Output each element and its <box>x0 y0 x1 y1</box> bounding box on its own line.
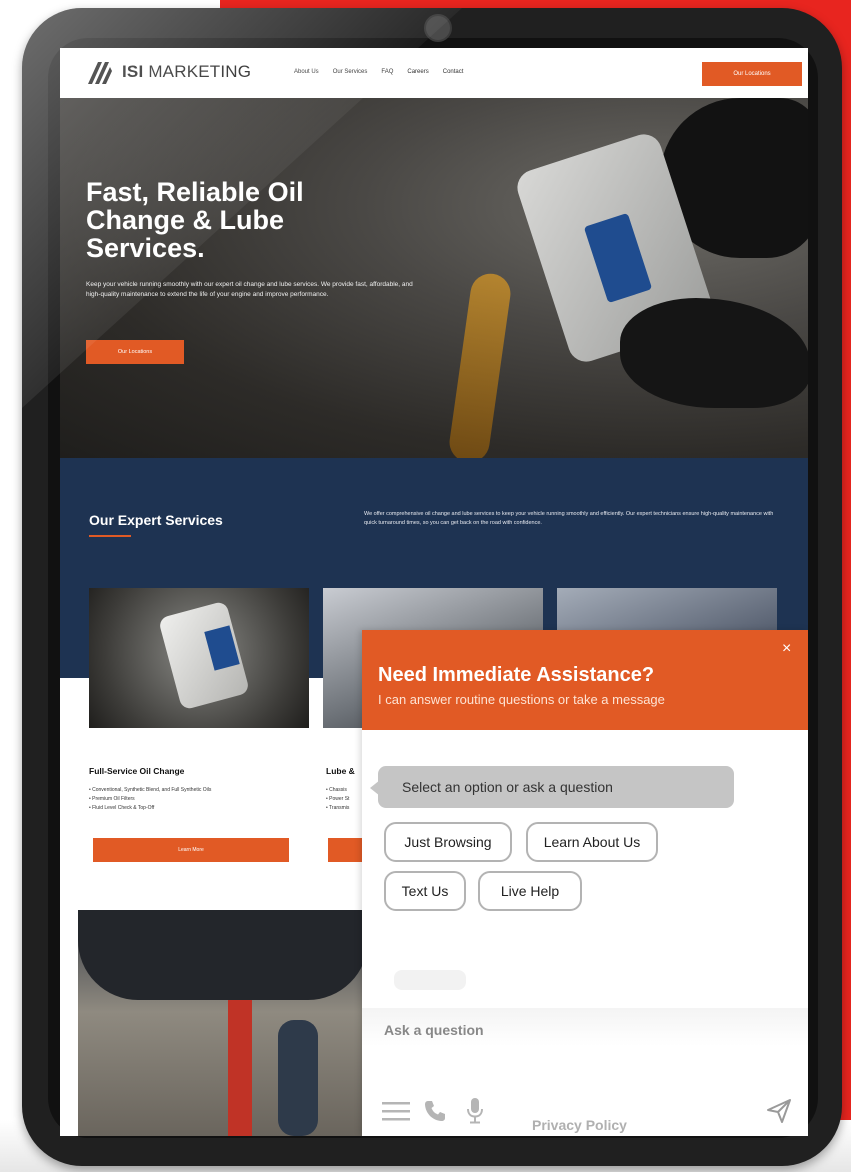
bullet: • Transmis <box>326 805 350 811</box>
card-bullets-lube: • Chassis • Power St • Transmis <box>326 786 349 813</box>
ask-question-input[interactable]: Ask a question <box>384 1022 484 1038</box>
hero-locations-button[interactable]: Our Locations <box>86 340 184 364</box>
text-us-button[interactable]: Text Us <box>384 871 466 911</box>
menu-icon[interactable] <box>382 1100 410 1122</box>
logo-text[interactable]: ISI MARKETING <box>122 62 251 82</box>
services-underline <box>89 535 131 537</box>
bullet: • Conventional, Synthetic Blend, and Ful… <box>89 787 212 793</box>
nav-contact[interactable]: Contact <box>443 69 464 75</box>
learn-more-button-2[interactable] <box>328 838 364 862</box>
learn-more-button[interactable]: Learn More <box>93 838 289 862</box>
logo-icon <box>88 62 112 84</box>
nav-services[interactable]: Our Services <box>333 69 368 75</box>
nav-careers[interactable]: Careers <box>407 69 428 75</box>
hero-glove-image-2 <box>620 298 808 408</box>
send-icon[interactable] <box>766 1098 792 1124</box>
microphone-icon[interactable] <box>466 1098 484 1124</box>
service-card-image-oil <box>89 588 309 728</box>
chat-subtitle: I can answer routine questions or take a… <box>378 692 665 707</box>
services-description: We offer comprehensive oil change and lu… <box>364 511 774 526</box>
live-help-button[interactable]: Live Help <box>478 871 582 911</box>
site-nav: About Us Our Services FAQ Careers Contac… <box>294 69 463 75</box>
hero-section: Fast, Reliable Oil Change & Lube Service… <box>60 98 808 458</box>
card-bullets-oil: • Conventional, Synthetic Blend, and Ful… <box>89 786 211 813</box>
lift-post <box>228 1000 252 1136</box>
chat-header: × Need Immediate Assistance? I can answe… <box>362 630 808 730</box>
card-title-oil: Full-Service Oil Change <box>89 766 185 776</box>
faded-message <box>394 970 466 990</box>
hero-oil-stream <box>446 271 514 458</box>
services-title: Our Expert Services <box>89 512 223 528</box>
car-lift-image <box>78 910 368 1136</box>
logo-bold: ISI <box>122 62 144 81</box>
mechanic <box>278 1020 318 1136</box>
learn-about-us-button[interactable]: Learn About Us <box>526 822 658 862</box>
hero-title: Fast, Reliable Oil Change & Lube Service… <box>86 177 304 263</box>
privacy-policy-link[interactable]: Privacy Policy <box>532 1117 627 1133</box>
chat-title: Need Immediate Assistance? <box>378 664 655 686</box>
bullet: • Power St <box>326 796 350 802</box>
logo-rest: MARKETING <box>143 62 252 81</box>
lifted-car <box>78 910 368 1000</box>
camera-icon <box>424 14 452 42</box>
chat-prompt-bubble: Select an option or ask a question <box>378 766 734 808</box>
phone-icon[interactable] <box>424 1100 446 1122</box>
close-icon[interactable]: × <box>782 640 791 658</box>
chat-widget: × Need Immediate Assistance? I can answe… <box>362 630 808 1136</box>
tablet-screen: ISI MARKETING About Us Our Services FAQ … <box>60 48 808 1136</box>
bullet: • Premium Oil Filters <box>89 796 135 802</box>
nav-faq[interactable]: FAQ <box>381 69 393 75</box>
hero-description: Keep your vehicle running smoothly with … <box>86 281 413 298</box>
nav-about[interactable]: About Us <box>294 69 319 75</box>
bullet: • Chassis <box>326 787 347 793</box>
bullet: • Fluid Level Check & Top-Off <box>89 805 155 811</box>
site-header: ISI MARKETING About Us Our Services FAQ … <box>60 48 808 98</box>
header-locations-button[interactable]: Our Locations <box>702 62 802 86</box>
card-title-lube: Lube & <box>326 766 355 776</box>
just-browsing-button[interactable]: Just Browsing <box>384 822 512 862</box>
